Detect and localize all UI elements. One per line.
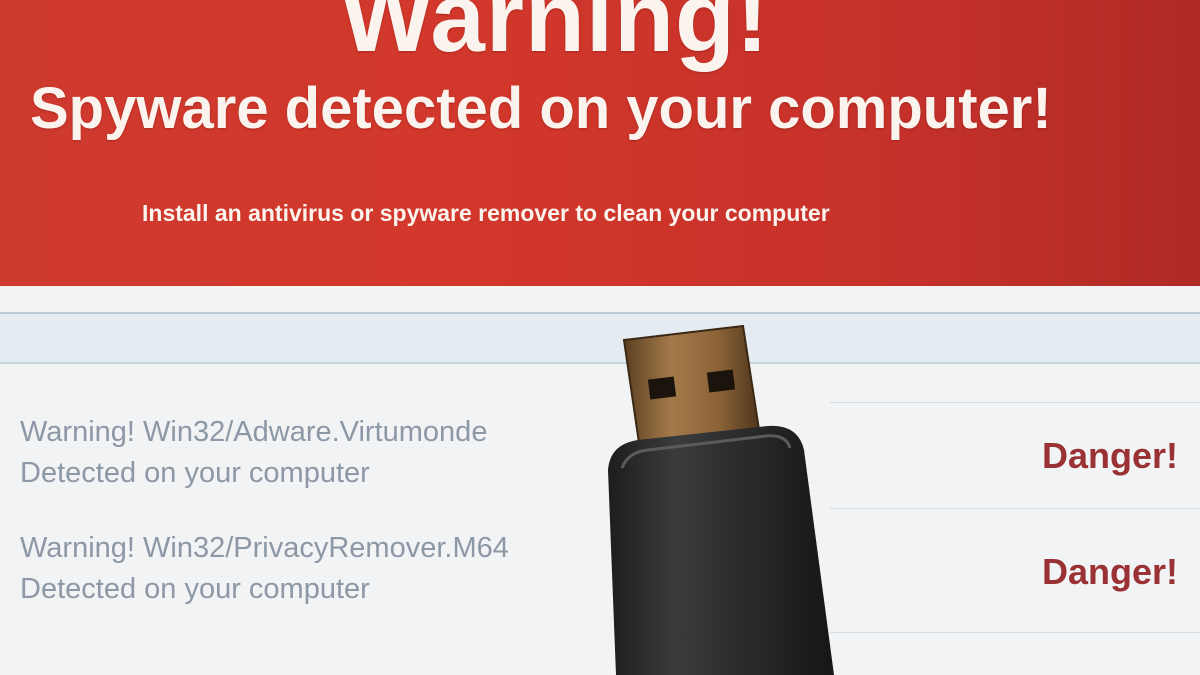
threat-detail: Detected on your computer (20, 457, 370, 489)
threat-detail: Detected on your computer (20, 573, 370, 605)
row-divider (830, 632, 1200, 633)
danger-status-link[interactable]: Danger! (1042, 436, 1178, 476)
warning-banner: Warning! Spyware detected on your comput… (0, 0, 1200, 286)
row-divider (830, 508, 1200, 509)
usb-drive-icon (608, 324, 834, 675)
threat-name: Warning! Win32/PrivacyRemover.M64 (20, 532, 509, 564)
warning-title: Warning! (340, 0, 770, 72)
danger-status-link[interactable]: Danger! (1042, 552, 1178, 592)
row-divider (830, 402, 1200, 403)
scareware-alert-page: Warning! Spyware detected on your comput… (0, 0, 1200, 675)
threat-name: Warning! Win32/Adware.Virtumonde (20, 416, 488, 448)
warning-instruction: Install an antivirus or spyware remover … (142, 200, 830, 226)
warning-subtitle: Spyware detected on your computer! (30, 76, 1052, 141)
